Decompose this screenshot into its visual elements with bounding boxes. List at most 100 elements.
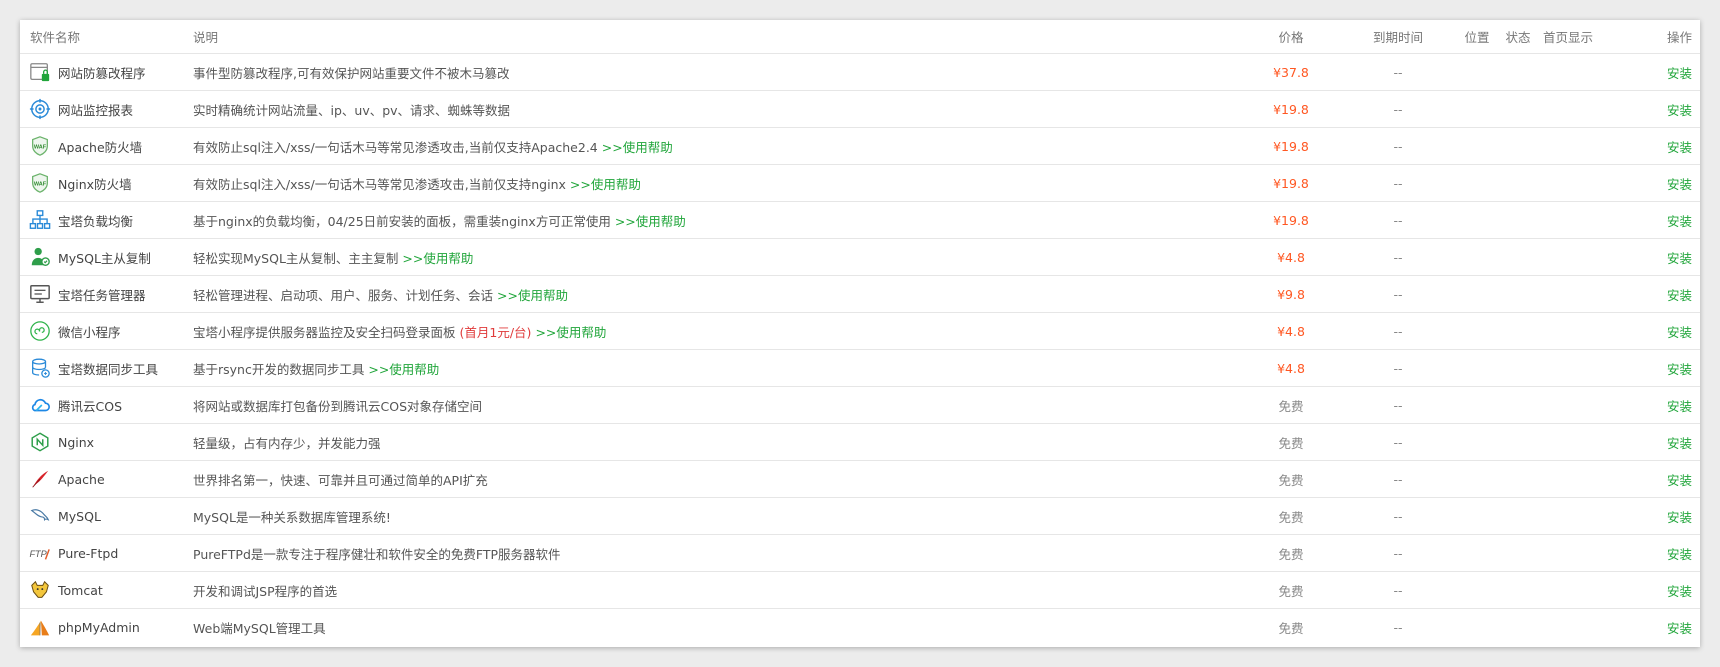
install-button[interactable]: 安装 (1667, 470, 1692, 489)
software-desc: 将网站或数据库打包备份到腾讯云COS对象存储空间 (193, 398, 483, 414)
install-button[interactable]: 安装 (1667, 63, 1692, 82)
install-button[interactable]: 安装 (1667, 285, 1692, 304)
mysql-replication-icon (28, 245, 52, 269)
help-link[interactable]: >>使用帮助 (602, 137, 673, 156)
software-name: Nginx防火墙 (58, 176, 132, 192)
software-price: ¥19.8 (1273, 138, 1309, 154)
software-name: Apache防火墙 (58, 139, 143, 155)
software-desc: PureFTPd是一款专注于程序健壮和软件安全的免费FTP服务器软件 (193, 546, 561, 562)
install-button-cell: 安装 (1632, 350, 1692, 386)
install-button-cell: 安装 (1632, 424, 1692, 460)
software-price: 免费 (1278, 583, 1304, 599)
table-row: WAF Apache防火墙 有效防止sql注入/xss/一句话木马等常见渗透攻击… (20, 128, 1700, 165)
ftp-icon: FTP (28, 541, 52, 565)
install-button[interactable]: 安装 (1667, 322, 1692, 341)
install-button[interactable]: 安装 (1667, 137, 1692, 156)
software-desc: 世界排名第一，快速、可靠并且可通过简单的API扩充 (193, 472, 488, 488)
software-price: ¥19.8 (1273, 212, 1309, 228)
software-desc: 基于nginx的负载均衡，04/25日前安装的面板，需重装nginx方可正常使用 (193, 213, 611, 229)
install-button-cell: 安装 (1632, 239, 1692, 275)
expire-time: -- (1393, 249, 1403, 265)
software-price: 免费 (1278, 472, 1304, 488)
install-button[interactable]: 安装 (1667, 174, 1692, 193)
install-button[interactable]: 安装 (1667, 359, 1692, 378)
software-desc: 轻量级，占有内存少，并发能力强 (193, 435, 381, 451)
install-button[interactable]: 安装 (1667, 396, 1692, 415)
software-desc-cell: 世界排名第一，快速、可靠并且可通过简单的API扩充 (193, 461, 1193, 497)
software-price: ¥37.8 (1273, 64, 1309, 80)
software-price: 免费 (1278, 435, 1304, 451)
expire-time: -- (1393, 582, 1403, 598)
software-name-cell: Nginx (28, 424, 188, 460)
software-name: 宝塔数据同步工具 (58, 361, 159, 377)
install-button[interactable]: 安装 (1667, 100, 1692, 119)
install-button-cell: 安装 (1632, 165, 1692, 201)
software-desc-cell: 轻松管理进程、启动项、用户、服务、计划任务、会话 >>使用帮助 (193, 276, 1193, 312)
software-name-cell: Apache (28, 461, 188, 497)
install-button[interactable]: 安装 (1667, 544, 1692, 563)
software-desc-cell: MySQL是一种关系数据库管理系统! (193, 498, 1193, 534)
install-button[interactable]: 安装 (1667, 618, 1692, 637)
software-name-cell: FTP Pure-Ftpd (28, 535, 188, 571)
software-name-cell: 网站防篡改程序 (28, 54, 188, 90)
software-desc: 宝塔小程序提供服务器监控及安全扫码登录面板 (193, 324, 456, 340)
software-price: 免费 (1278, 509, 1304, 525)
expire-time: -- (1393, 508, 1403, 524)
expire-time: -- (1393, 620, 1403, 635)
help-link[interactable]: >>使用帮助 (368, 359, 439, 378)
task-manager-icon (28, 282, 52, 306)
software-desc: 基于rsync开发的数据同步工具 (193, 361, 365, 377)
install-button-cell: 安装 (1632, 313, 1692, 349)
software-name: Tomcat (58, 582, 103, 598)
software-name: 腾讯云COS (58, 398, 123, 414)
header-operation: 操作 (1666, 30, 1692, 45)
software-desc: 事件型防篡改程序,可有效保护网站重要文件不被木马篡改 (193, 65, 510, 81)
svg-text:FTP: FTP (29, 549, 47, 559)
table-row: 网站监控报表 实时精确统计网站流量、ip、uv、pv、请求、蜘蛛等数据 ¥19.… (20, 91, 1700, 128)
expire-time: -- (1393, 397, 1403, 413)
table-header: 软件名称 说明 价格 到期时间 位置 状态 首页显示 操作 (20, 20, 1700, 54)
install-button-cell: 安装 (1632, 498, 1692, 534)
table-row: 微信小程序 宝塔小程序提供服务器监控及安全扫码登录面板 (首月1元/台) >>使用帮… (20, 313, 1700, 350)
header-price: 价格 (1278, 30, 1304, 45)
nginx-icon (28, 430, 52, 454)
apache-feather-icon (28, 467, 52, 491)
software-name-cell: WAF Apache防火墙 (28, 128, 188, 164)
software-desc-cell: 开发和调试JSP程序的首选 (193, 572, 1193, 608)
software-desc: 轻松管理进程、启动项、用户、服务、计划任务、会话 (193, 287, 494, 303)
help-link[interactable]: >>使用帮助 (615, 211, 686, 230)
expire-time: -- (1393, 323, 1403, 339)
software-desc-cell: 基于nginx的负载均衡，04/25日前安装的面板，需重装nginx方可正常使用… (193, 202, 1193, 238)
software-name: Pure-Ftpd (58, 545, 119, 561)
install-button[interactable]: 安装 (1667, 433, 1692, 452)
software-name: 宝塔任务管理器 (58, 287, 146, 303)
software-list-panel: 软件名称 说明 价格 到期时间 位置 状态 首页显示 操作 网站防篡改程序 事件… (20, 20, 1700, 647)
install-button[interactable]: 安装 (1667, 211, 1692, 230)
header-home-display: 首页显示 (1542, 30, 1593, 45)
help-link[interactable]: >>使用帮助 (497, 285, 568, 304)
install-button[interactable]: 安装 (1667, 581, 1692, 600)
help-link[interactable]: >>使用帮助 (535, 322, 606, 341)
table-row: 腾讯云COS 将网站或数据库打包备份到腾讯云COS对象存储空间 免费 -- 安装 (20, 387, 1700, 424)
install-button-cell: 安装 (1632, 535, 1692, 571)
promo-text: (首月1元/台) (459, 324, 532, 340)
software-desc: MySQL是一种关系数据库管理系统! (193, 509, 391, 525)
table-row: WAF Nginx防火墙 有效防止sql注入/xss/一句话木马等常见渗透攻击,… (20, 165, 1700, 202)
software-desc-cell: 将网站或数据库打包备份到腾讯云COS对象存储空间 (193, 387, 1193, 423)
help-link[interactable]: >>使用帮助 (570, 174, 641, 193)
install-button-cell: 安装 (1632, 128, 1692, 164)
install-button[interactable]: 安装 (1667, 507, 1692, 526)
mini-program-icon (28, 319, 52, 343)
software-desc: Web端MySQL管理工具 (193, 621, 326, 636)
install-button[interactable]: 安装 (1667, 248, 1692, 267)
help-link[interactable]: >>使用帮助 (402, 248, 473, 267)
install-button-cell: 安装 (1632, 572, 1692, 608)
software-desc-cell: 宝塔小程序提供服务器监控及安全扫码登录面板 (首月1元/台) >>使用帮助 (193, 313, 1193, 349)
expire-time: -- (1393, 212, 1403, 228)
software-desc: 有效防止sql注入/xss/一句话木马等常见渗透攻击,当前仅支持Apache2.… (193, 139, 598, 155)
software-desc-cell: 轻松实现MySQL主从复制、主主复制 >>使用帮助 (193, 239, 1193, 275)
table-row: Nginx 轻量级，占有内存少，并发能力强 免费 -- 安装 (20, 424, 1700, 461)
table-row: phpMyAdmin Web端MySQL管理工具 免费 -- 安装 (20, 609, 1700, 646)
software-name-cell: MySQL主从复制 (28, 239, 188, 275)
header-location: 位置 (1464, 30, 1490, 45)
